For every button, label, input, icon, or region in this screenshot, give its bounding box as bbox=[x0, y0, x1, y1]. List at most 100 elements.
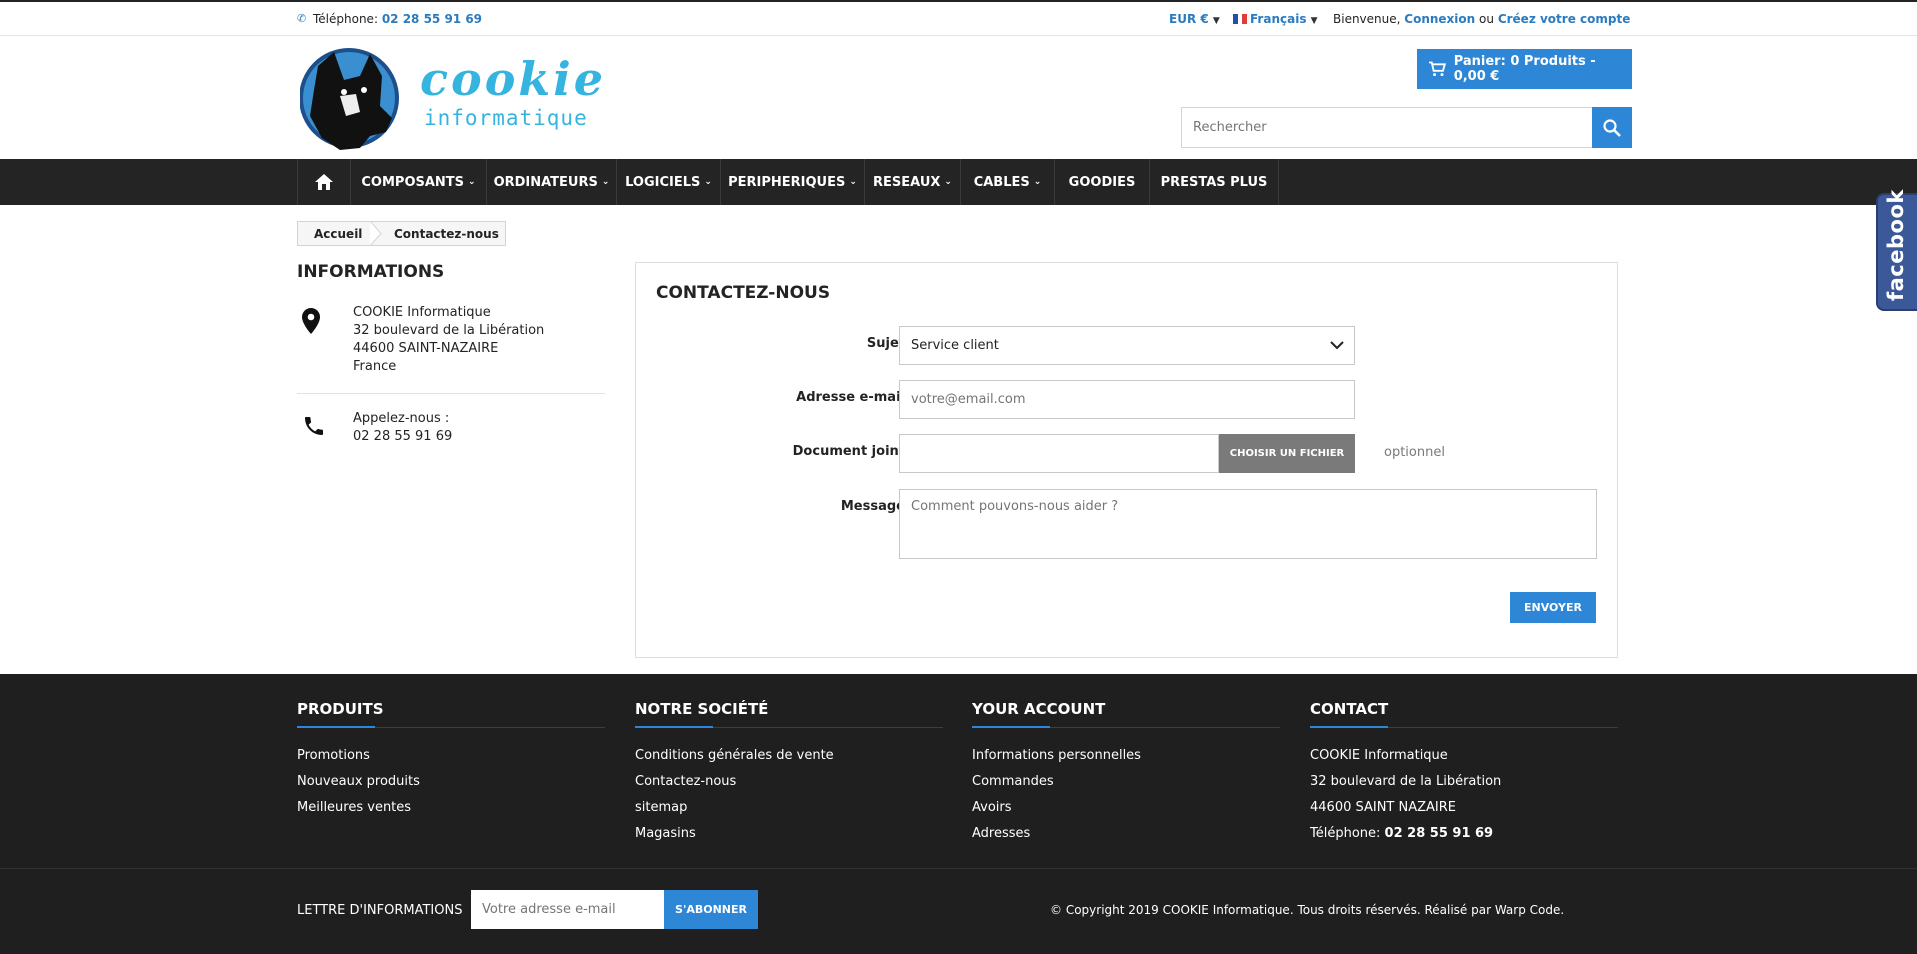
breadcrumb-separator-icon bbox=[370, 221, 382, 246]
footer-heading-produits: PRODUITS bbox=[297, 700, 384, 718]
footer-divider bbox=[0, 868, 1917, 869]
footer-link[interactable]: Adresses bbox=[972, 826, 1030, 841]
nav-label: PRESTAS PLUS bbox=[1160, 174, 1268, 190]
address-line: COOKIE Informatique bbox=[353, 305, 491, 320]
site-logo[interactable]: cookie informatique bbox=[299, 46, 603, 158]
optional-note: optionnel bbox=[1384, 445, 1445, 460]
footer: PRODUITS Promotions Nouveaux produits Me… bbox=[0, 674, 1917, 954]
subject-select[interactable]: Service client bbox=[899, 326, 1355, 365]
footer-heading-underline bbox=[1310, 726, 1618, 728]
search-input[interactable] bbox=[1181, 107, 1593, 148]
choose-file-button[interactable]: CHOISIR UN FICHIER bbox=[1219, 434, 1355, 473]
newsletter-email-input[interactable] bbox=[471, 890, 664, 929]
footer-contact-line: 44600 SAINT NAZAIRE bbox=[1310, 800, 1457, 815]
phone-icon: ✆ bbox=[297, 12, 307, 25]
attachment-field[interactable] bbox=[899, 434, 1219, 473]
cart-icon bbox=[1429, 61, 1446, 77]
footer-link[interactable]: Conditions générales de vente bbox=[635, 748, 834, 763]
chevron-down-icon bbox=[1330, 341, 1344, 350]
nav-item-ordinateurs[interactable]: ORDINATEURS ⌄ bbox=[486, 159, 616, 205]
chevron-down-icon: ⌄ bbox=[849, 177, 857, 187]
caret-down-icon: ▼ bbox=[1310, 16, 1318, 26]
footer-link[interactable]: Magasins bbox=[635, 826, 696, 841]
footer-link[interactable]: Meilleures ventes bbox=[297, 800, 411, 815]
breadcrumb-current: Contactez-nous bbox=[394, 227, 499, 241]
sidebar-address: COOKIE Informatique 32 boulevard de la L… bbox=[353, 304, 544, 376]
sidebar-title: INFORMATIONS bbox=[297, 262, 445, 282]
register-link[interactable]: Créez votre compte bbox=[1498, 12, 1631, 26]
contact-form: CONTACTEZ-NOUS Sujet Service client Adre… bbox=[635, 262, 1618, 658]
caret-down-icon: ▼ bbox=[1212, 16, 1220, 26]
chevron-down-icon: ⌄ bbox=[468, 177, 476, 187]
footer-heading-account: YOUR ACCOUNT bbox=[972, 700, 1106, 718]
email-field[interactable] bbox=[899, 380, 1355, 419]
nav-label: LOGICIELS bbox=[625, 174, 701, 190]
call-number: 02 28 55 91 69 bbox=[353, 429, 453, 444]
facebook-tab[interactable]: facebook bbox=[1876, 189, 1917, 311]
language-selector[interactable]: Français ▼ bbox=[1250, 12, 1318, 26]
logo-text-secondary: informatique bbox=[424, 106, 588, 130]
breadcrumb-home[interactable]: Accueil bbox=[314, 227, 362, 241]
footer-link[interactable]: Nouveaux produits bbox=[297, 774, 420, 789]
search-icon bbox=[1603, 118, 1621, 137]
phone-number[interactable]: 02 28 55 91 69 bbox=[382, 12, 482, 26]
footer-heading-contact: CONTACT bbox=[1310, 700, 1389, 718]
message-label: Message bbox=[840, 499, 905, 514]
nav-item-reseaux[interactable]: RESEAUX ⌄ bbox=[864, 159, 960, 205]
attachment-label: Document joint bbox=[792, 444, 905, 459]
form-title: CONTACTEZ-NOUS bbox=[656, 283, 831, 303]
footer-phone-number: 02 28 55 91 69 bbox=[1384, 826, 1494, 841]
topbar-phone: Téléphone: 02 28 55 91 69 bbox=[313, 12, 482, 26]
subscribe-button[interactable]: S'ABONNER bbox=[664, 890, 758, 929]
call-label: Appelez-nous : bbox=[353, 411, 450, 426]
chevron-down-icon: ⌄ bbox=[1033, 177, 1042, 187]
home-icon bbox=[315, 174, 333, 190]
welcome-label: Bienvenue, bbox=[1333, 12, 1401, 26]
login-link[interactable]: Connexion bbox=[1404, 12, 1475, 26]
footer-heading-underline bbox=[635, 726, 943, 728]
footer-contact-line: COOKIE Informatique bbox=[1310, 748, 1448, 763]
search-button[interactable] bbox=[1592, 107, 1632, 148]
footer-heading-underline bbox=[297, 726, 605, 728]
send-button[interactable]: ENVOYER bbox=[1510, 592, 1596, 623]
address-line: France bbox=[353, 359, 397, 374]
address-line: 32 boulevard de la Libération bbox=[353, 323, 545, 338]
newsletter-label: LETTRE D'INFORMATIONS bbox=[297, 903, 463, 918]
breadcrumb: Accueil Contactez-nous bbox=[297, 221, 506, 246]
subject-value: Service client bbox=[911, 338, 999, 353]
chevron-down-icon: ⌄ bbox=[704, 177, 712, 187]
message-textarea[interactable] bbox=[899, 489, 1597, 559]
footer-phone-label: Téléphone: bbox=[1310, 826, 1381, 841]
logo-text-primary: cookie bbox=[420, 52, 606, 106]
footer-link[interactable]: Avoirs bbox=[972, 800, 1012, 815]
nav-home[interactable] bbox=[297, 159, 350, 205]
nav-item-logiciels[interactable]: LOGICIELS ⌄ bbox=[616, 159, 720, 205]
france-flag-icon bbox=[1233, 14, 1248, 24]
nav-label: COMPOSANTS bbox=[361, 174, 465, 190]
footer-link[interactable]: Commandes bbox=[972, 774, 1054, 789]
sidebar-call: Appelez-nous : 02 28 55 91 69 bbox=[353, 410, 452, 446]
language-label: Français bbox=[1250, 12, 1307, 26]
cart-label: Panier: 0 Produits - 0,00 € bbox=[1453, 54, 1596, 84]
nav-item-peripheriques[interactable]: PERIPHERIQUES ⌄ bbox=[720, 159, 864, 205]
footer-link[interactable]: sitemap bbox=[635, 800, 687, 815]
nav-label: ORDINATEURS bbox=[493, 174, 598, 190]
main-nav: COMPOSANTS ⌄ ORDINATEURS ⌄ LOGICIELS ⌄ PERI… bbox=[0, 159, 1917, 205]
currency-selector[interactable]: EUR € ▼ bbox=[1169, 12, 1220, 26]
sidebar-divider bbox=[297, 393, 605, 394]
footer-contact-phone: Téléphone: 02 28 55 91 69 bbox=[1310, 826, 1493, 841]
location-pin-icon bbox=[302, 308, 320, 334]
nav-item-goodies[interactable]: GOODIES bbox=[1054, 159, 1149, 205]
footer-link[interactable]: Contactez-nous bbox=[635, 774, 736, 789]
nav-item-prestas-plus[interactable]: PRESTAS PLUS bbox=[1149, 159, 1279, 205]
cart-button[interactable]: Panier: 0 Produits - 0,00 € bbox=[1417, 49, 1632, 89]
nav-label: PERIPHERIQUES bbox=[728, 174, 846, 190]
phone-label: Téléphone: bbox=[313, 12, 378, 26]
nav-item-composants[interactable]: COMPOSANTS ⌄ bbox=[350, 159, 486, 205]
nav-item-cables[interactable]: CABLES ⌄ bbox=[960, 159, 1054, 205]
welcome-text: Bienvenue, Connexion ou Créez votre comp… bbox=[1333, 12, 1630, 26]
footer-link[interactable]: Informations personnelles bbox=[972, 748, 1141, 763]
footer-link[interactable]: Promotions bbox=[297, 748, 370, 763]
footer-heading-underline bbox=[972, 726, 1280, 728]
phone-icon bbox=[305, 417, 323, 435]
